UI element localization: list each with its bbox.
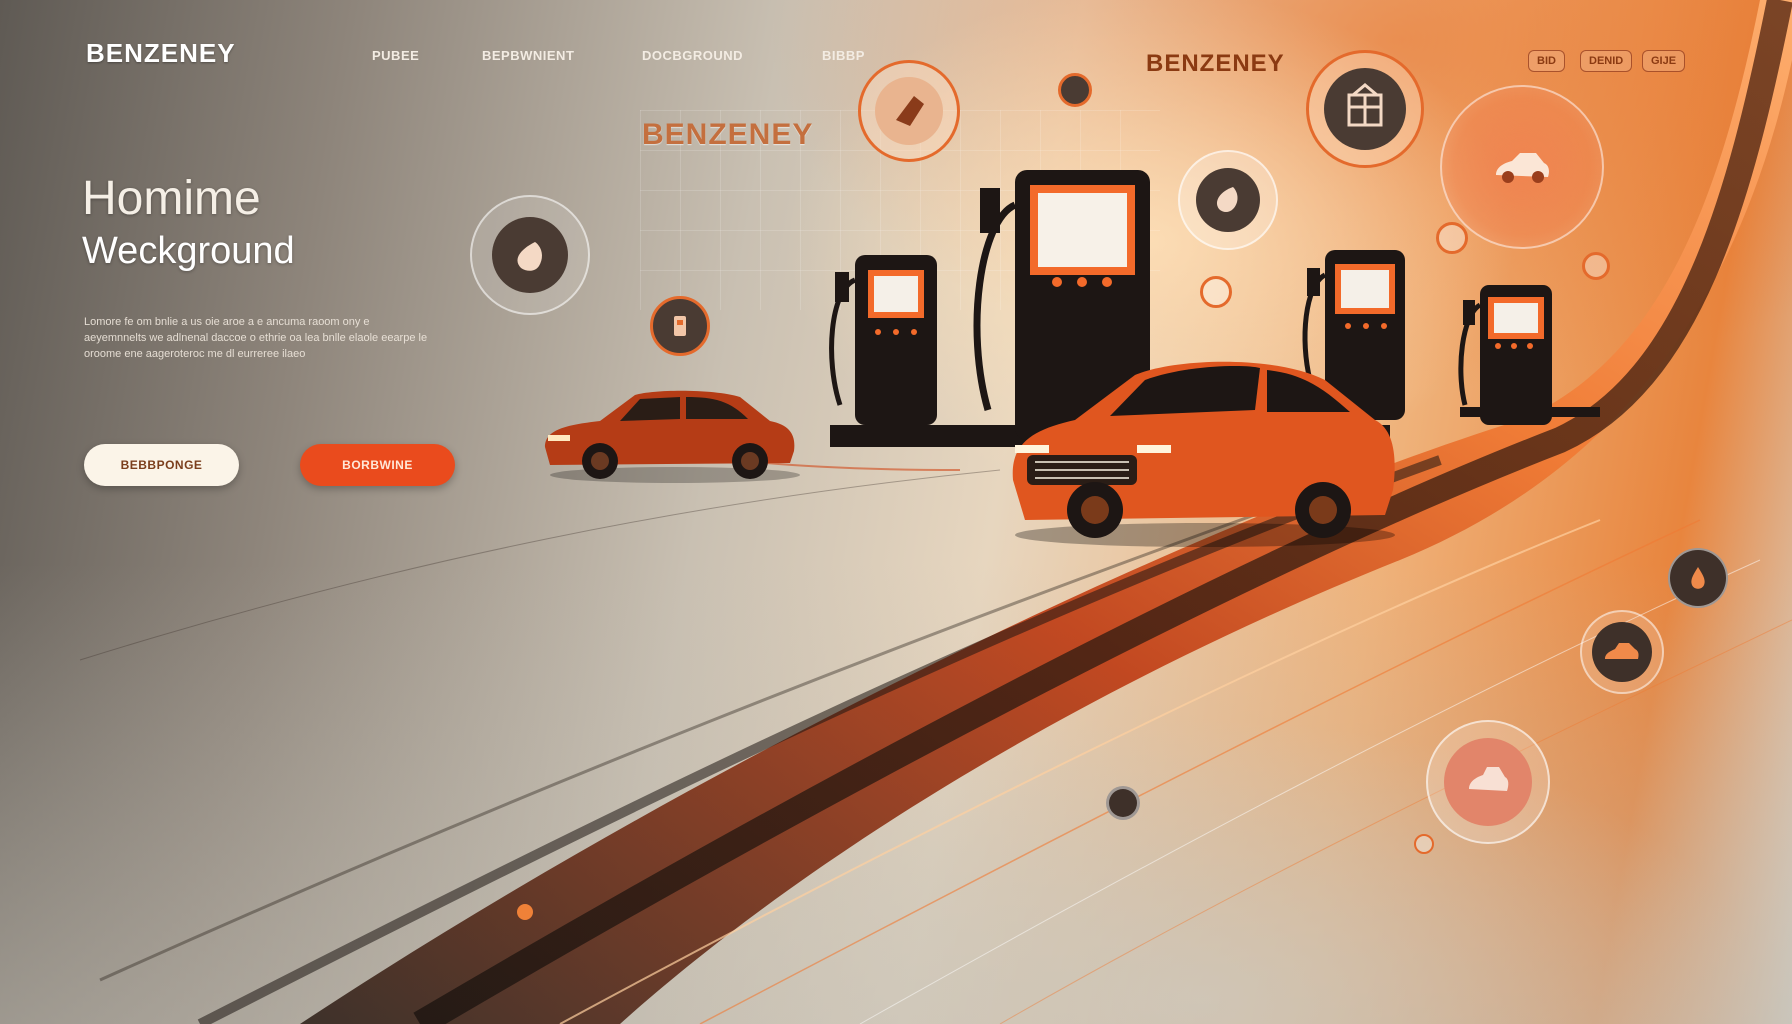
car-icon[interactable] — [1580, 610, 1664, 694]
status-dot-icon — [1414, 834, 1434, 854]
brand-logo[interactable]: BENZENEY — [86, 38, 236, 69]
nav-pill-button-1[interactable]: BID — [1528, 50, 1565, 72]
secondary-cta-button[interactable]: BEBBPONGE — [84, 444, 239, 486]
status-dot-icon — [1200, 276, 1232, 308]
nav-pill-button-3[interactable]: GIJE — [1642, 50, 1686, 72]
nav-link-2[interactable]: BEPBWNIENT — [482, 48, 574, 63]
nav-link-3[interactable]: DOCBGROUND — [642, 48, 743, 63]
fuel-nozzle-icon[interactable] — [650, 296, 710, 356]
car-sedan — [545, 390, 800, 483]
hero-subtitle: Weckground — [82, 230, 295, 272]
car-icon[interactable] — [1440, 85, 1604, 249]
fuel-drop-icon[interactable] — [1178, 150, 1278, 250]
floating-brand-text: BENZENEY — [642, 118, 814, 151]
nav-link-1[interactable]: PUBEE — [372, 48, 419, 63]
fuel-nozzle-icon[interactable] — [858, 60, 960, 162]
status-dot-icon — [1436, 222, 1468, 254]
nav-pill-button-2[interactable]: DENID — [1580, 50, 1633, 72]
status-dot-icon — [1058, 73, 1092, 107]
fuel-drop-icon[interactable] — [470, 195, 590, 315]
fuel-drop-icon[interactable] — [1668, 548, 1728, 608]
hero-title: Homime — [82, 172, 261, 225]
car-suv — [1012, 361, 1395, 547]
car-icon[interactable] — [1426, 720, 1550, 844]
hero-body-text: Lomore fe om bnlie a us oie aroe a e anc… — [84, 316, 428, 360]
status-dot-icon — [1106, 786, 1140, 820]
status-dot-icon — [1582, 252, 1610, 280]
building-icon[interactable] — [1306, 50, 1424, 168]
nav-link-4[interactable]: BIBBP — [822, 48, 865, 63]
center-brand-text: BENZENEY — [1146, 50, 1285, 77]
primary-cta-button[interactable]: BORBWINE — [300, 444, 455, 486]
